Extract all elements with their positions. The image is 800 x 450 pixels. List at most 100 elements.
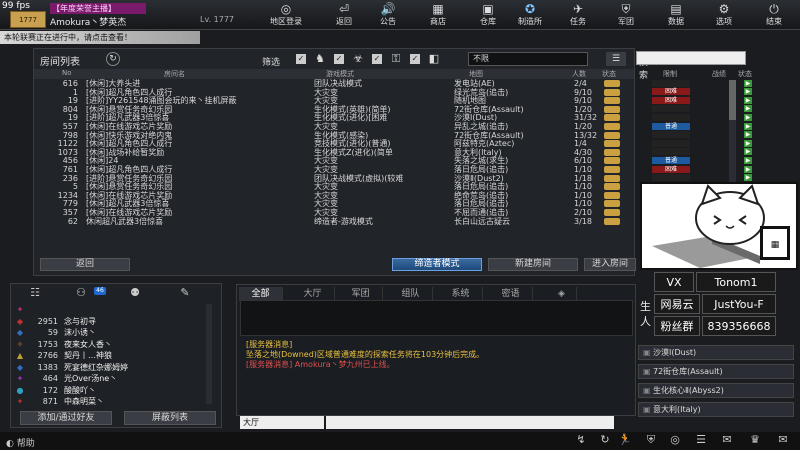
- room-difficulty-badge: [652, 139, 690, 147]
- room-play-icon[interactable]: ▶: [744, 131, 752, 139]
- room-row[interactable]: 62 休闲超凡武器3倍惊喜 缔造者-游戏模式 长白山远古疑云 3/18: [34, 217, 634, 227]
- friend-name: 契丹丨…神狼: [64, 351, 112, 360]
- nav-label: 仓库: [480, 17, 496, 26]
- map-list-item[interactable]: ▣ 沙漠Ⅰ(Dust): [638, 345, 794, 360]
- mail-icon[interactable]: ✉: [774, 433, 792, 447]
- map-list-label: 沙漠Ⅰ(Dust): [653, 348, 697, 357]
- chat-input[interactable]: [326, 416, 614, 429]
- help-button[interactable]: ◐ 帮助: [6, 436, 35, 449]
- trophy-icon[interactable]: ♛: [746, 433, 764, 447]
- fans-label: 粉丝群: [654, 316, 700, 336]
- friend-row[interactable]: ✦ 464 光Over汤ne丶: [14, 374, 204, 384]
- event-banner[interactable]: 本轮联赛正在进行中，请点击查看！: [0, 31, 200, 44]
- friend-rank-icon: ✧: [16, 339, 24, 349]
- filter-checkbox-4[interactable]: ✓: [410, 54, 420, 64]
- friend-count-badge: 46: [94, 287, 106, 295]
- friend-name: 光Over汤ne丶: [64, 374, 118, 383]
- friend-level: 464: [42, 374, 58, 383]
- room-list-scroll-thumb[interactable]: [729, 80, 736, 120]
- refresh-icon[interactable]: ↻: [106, 52, 120, 66]
- chat-tab-system[interactable]: 系统: [439, 287, 483, 301]
- room-status-icon: [604, 157, 620, 165]
- chat-tab-all[interactable]: 全部: [239, 287, 283, 301]
- edit-tab-icon[interactable]: ✎: [165, 286, 205, 300]
- create-room-button[interactable]: 新建房间: [488, 258, 578, 271]
- filter-checkbox-1[interactable]: ✓: [296, 54, 306, 64]
- room-play-icon[interactable]: ▶: [744, 88, 752, 96]
- chat-message-2: 坠落之地(Downed)区域普通难度的探索任务将在103分钟后完成。: [246, 350, 485, 359]
- back-button[interactable]: 返回: [40, 258, 130, 271]
- map-list-label: 生化核心Ⅱ(Abyss2): [653, 386, 724, 395]
- room-status-icon: [604, 217, 620, 225]
- friend-row[interactable]: ✧ 1753 夜来女人香丶: [14, 340, 204, 350]
- friend-row[interactable]: ✦: [14, 305, 204, 315]
- friend-row[interactable]: ◆ 59 沫小诱丶: [14, 328, 204, 338]
- nav-button-globe[interactable]: ◎ 地区登录: [264, 2, 308, 29]
- creator-mode-button[interactable]: 缔造者模式: [392, 258, 482, 271]
- room-play-icon[interactable]: ▶: [744, 122, 752, 130]
- room-play-icon[interactable]: ▶: [744, 79, 752, 87]
- room-play-icon[interactable]: ▶: [744, 165, 752, 173]
- chat-tab-whisper[interactable]: 密语: [489, 287, 533, 301]
- globe-bottom-icon[interactable]: ◎: [666, 433, 684, 447]
- filter-checkbox-2[interactable]: ✓: [334, 54, 344, 64]
- network-icon[interactable]: ↯: [572, 433, 590, 447]
- refresh-bottom-icon[interactable]: ↻: [596, 433, 614, 447]
- friend-list-tab-icon[interactable]: ☷: [15, 286, 55, 300]
- nav-button-factory[interactable]: ✪ 制造所: [508, 2, 552, 29]
- friend-row[interactable]: ◆ 2951 念与初寻: [14, 317, 204, 327]
- room-play-icon[interactable]: ▶: [744, 148, 752, 156]
- friend-scrollbar[interactable]: [206, 304, 212, 404]
- search-input[interactable]: [636, 51, 746, 65]
- room-play-icon[interactable]: ▶: [744, 96, 752, 104]
- room-play-icon[interactable]: ▶: [744, 156, 752, 164]
- nav-button-shop[interactable]: ▦ 商店: [416, 2, 460, 29]
- list-menu-button[interactable]: ☰: [606, 52, 626, 66]
- friend-row[interactable]: ✦ 871 中森明菜丶: [14, 397, 204, 407]
- friend-level: 871: [42, 397, 58, 406]
- nav-label: 商店: [430, 17, 446, 26]
- run-icon[interactable]: 🏃: [616, 433, 634, 447]
- friend-level: 1753: [37, 339, 58, 349]
- nav-button-power[interactable]: ⏻ 结束: [752, 2, 796, 29]
- enter-room-button[interactable]: 进入房间: [584, 258, 636, 271]
- friend-row[interactable]: ◆ 1383 死宴德红杂娜姆婷: [14, 363, 204, 373]
- nav-button-stats[interactable]: ▤ 数据: [654, 2, 698, 29]
- chat-tab-clan[interactable]: 军团: [339, 287, 383, 301]
- nav-label: 制造所: [518, 17, 542, 26]
- nav-button-back[interactable]: ⏎ 返回: [322, 2, 366, 29]
- filter-checkbox-3[interactable]: ✓: [372, 54, 382, 64]
- room-play-icon[interactable]: ▶: [744, 113, 752, 121]
- map-list-item[interactable]: ▣ 72街仓库(Assault): [638, 364, 794, 379]
- chat-settings-icon[interactable]: ◈: [547, 287, 577, 301]
- add-friend-button[interactable]: 添加/通过好友: [20, 411, 112, 425]
- warehouse-icon: ▣: [482, 2, 494, 16]
- block-list-button[interactable]: 屏蔽列表: [124, 411, 216, 425]
- limit-select[interactable]: 不限: [468, 52, 588, 66]
- chat-channel-select[interactable]: 大厅: [240, 416, 324, 429]
- nav-button-gear[interactable]: ⚙ 选项: [702, 2, 746, 29]
- clan-members-tab-icon[interactable]: ⚉: [115, 286, 155, 300]
- shield-icon[interactable]: ⛨: [642, 433, 660, 447]
- nav-button-clan[interactable]: ⛨ 军团: [604, 2, 648, 29]
- room-difficulty-badge: 普通: [652, 122, 690, 130]
- announcement-icon: 🔊: [380, 2, 396, 16]
- friend-row[interactable]: ● 172 酸酸吖丶: [14, 386, 204, 396]
- list-icon[interactable]: ☰: [692, 433, 710, 447]
- map-list-item[interactable]: ▣ 生化核心Ⅱ(Abyss2): [638, 383, 794, 398]
- nav-button-mission[interactable]: ✈ 任务: [556, 2, 600, 29]
- header-room-name: 房间名: [164, 70, 185, 78]
- nav-button-announcement[interactable]: 🔊 公告: [366, 2, 410, 29]
- chat-tab-lobby[interactable]: 大厅: [291, 287, 335, 301]
- room-play-icon[interactable]: ▶: [744, 174, 752, 182]
- header-map: 地图: [469, 70, 483, 78]
- map-list-item[interactable]: ▣ 意大利(Italy): [638, 402, 794, 417]
- room-play-icon[interactable]: ▶: [744, 105, 752, 113]
- friend-row[interactable]: ▲ 2766 契丹丨…神狼: [14, 351, 204, 361]
- chat-tab-team[interactable]: 组队: [389, 287, 433, 301]
- chat-compose-area[interactable]: [240, 300, 633, 336]
- room-play-icon[interactable]: ▶: [744, 139, 752, 147]
- chat-bubble-icon[interactable]: ✉: [718, 433, 736, 447]
- nav-label: 军团: [618, 17, 634, 26]
- nav-button-warehouse[interactable]: ▣ 仓库: [466, 2, 510, 29]
